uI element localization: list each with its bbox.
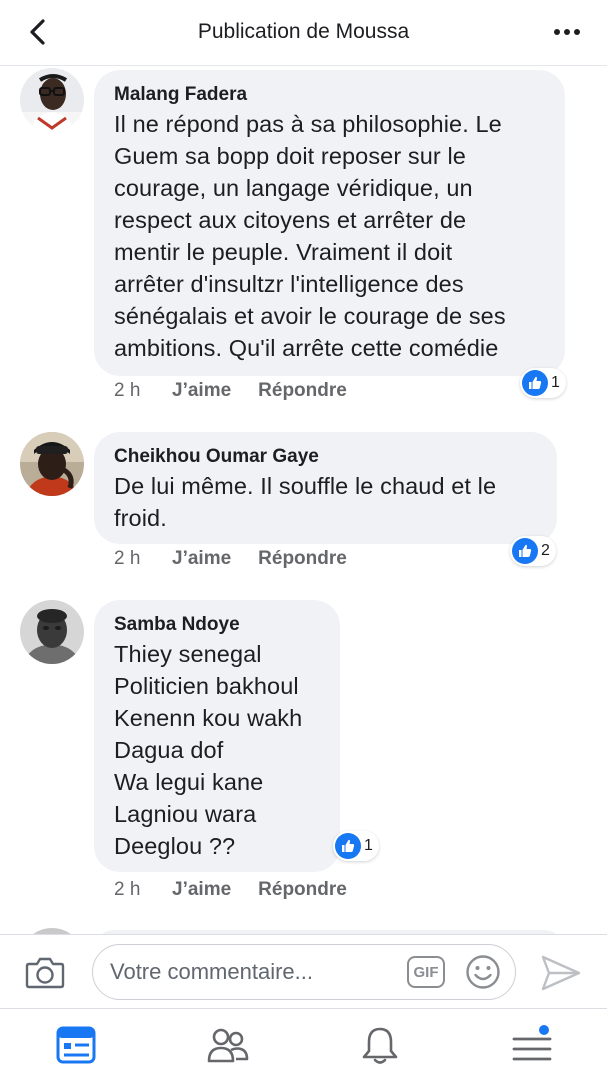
like-reaction-icon [335,833,361,859]
top-bar: Publication de Moussa [0,0,607,66]
reaction-number: 1 [364,837,373,854]
reply-button[interactable]: Répondre [258,879,347,901]
comment-author[interactable]: Cheikhou Oumar Gaye [114,444,537,470]
comment-bubble: Samba Ndoye Thiey senegal Politicien bak… [94,600,340,872]
tab-menu[interactable] [508,1023,556,1067]
like-reaction-icon [512,538,538,564]
comment-text: Il ne répond pas à sa philosophie. Le Gu… [114,111,506,361]
reaction-number: 2 [541,542,550,559]
gif-button[interactable]: GIF [407,956,445,988]
avatar[interactable] [20,68,84,132]
reaction-count[interactable]: 1 [520,368,566,398]
more-horizontal-icon [554,29,580,35]
news-feed-icon [56,1026,96,1064]
profile-photo [20,432,84,496]
comment-text: De lui même. Il souffle le chaud et le f… [114,473,497,531]
reply-button[interactable]: Répondre [258,380,347,402]
comment-input[interactable] [110,945,400,998]
comment-author[interactable]: Samba Ndoye [114,612,320,638]
comments-list: Malang Fadera Il ne répond pas à sa phil… [0,66,607,934]
like-button[interactable]: J’aime [172,548,231,570]
reaction-number: 1 [551,374,560,391]
like-reaction-icon [522,370,548,396]
avatar[interactable] [20,432,84,496]
tab-news-feed[interactable] [52,1023,100,1067]
comment-text: Thiey senegal Politicien bakhoul Kenenn … [114,641,303,859]
send-icon[interactable] [540,953,582,993]
menu-icon [512,1025,552,1061]
like-button[interactable]: J’aime [172,879,231,901]
comment-actions: 2 h J’aime Répondre [114,548,374,570]
reaction-count[interactable]: 1 [333,831,379,861]
like-button[interactable]: J’aime [172,380,231,402]
notifications-icon [362,1027,398,1064]
tab-friends[interactable] [204,1023,252,1067]
profile-photo [20,68,84,132]
tab-notifications[interactable] [356,1023,404,1067]
comment-actions: 2 h J’aime Répondre [114,380,374,402]
friends-icon [207,1028,249,1063]
comment-time: 2 h [114,879,141,900]
comment-actions: 2 h J’aime Répondre [114,879,374,901]
reply-button[interactable]: Répondre [258,548,347,570]
comment-composer: GIF [0,934,607,1008]
camera-button[interactable] [24,953,66,991]
comment-time: 2 h [114,380,141,401]
reaction-count[interactable]: 2 [510,536,556,566]
comment-author[interactable]: Malang Fadera [114,82,545,108]
more-options-button[interactable] [547,14,587,50]
bottom-tab-bar [0,1008,607,1080]
page-title: Publication de Moussa [197,20,410,43]
profile-photo [20,600,84,664]
menu-notification-dot [539,1025,549,1035]
comment-input-wrapper: GIF [92,944,516,1000]
camera-icon [25,957,65,989]
emoji-icon[interactable] [465,954,501,990]
comment-bubble: Cheikhou Oumar Gaye De lui même. Il souf… [94,432,557,544]
avatar[interactable] [20,600,84,664]
comment-time: 2 h [114,548,141,569]
comment-bubble: Malang Fadera Il ne répond pas à sa phil… [94,70,565,376]
